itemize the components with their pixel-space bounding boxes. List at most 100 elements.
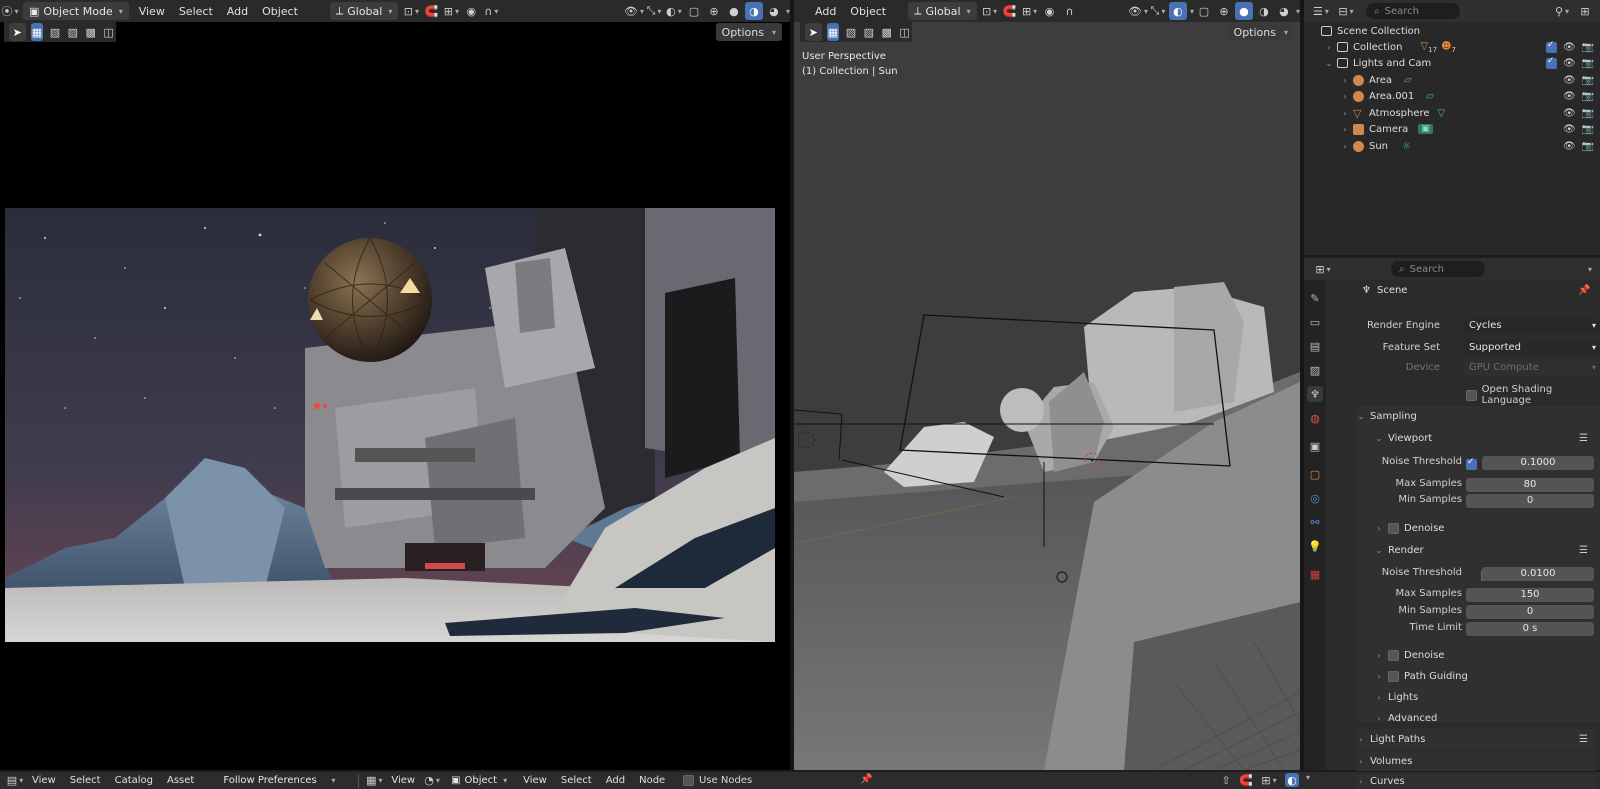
- bottom-menu-asset[interactable]: Asset: [160, 775, 201, 786]
- denoise2-subpanel-header[interactable]: › Denoise: [1374, 645, 1596, 665]
- eye-icon[interactable]: 👁: [1563, 141, 1576, 152]
- mid-wireframe-icon[interactable]: ⊕: [1215, 2, 1233, 20]
- display-mode-icon[interactable]: ⊟ ▾: [1337, 2, 1355, 20]
- menu-add[interactable]: Add: [220, 5, 255, 18]
- node-pin-icon[interactable]: 📌: [860, 774, 872, 785]
- node-overlay-icon[interactable]: ◐: [1285, 773, 1299, 787]
- select-box-icon[interactable]: ▦: [30, 23, 44, 41]
- outliner-search[interactable]: ⌕ Search: [1366, 3, 1460, 19]
- expand-chevron-icon[interactable]: ›: [1340, 76, 1350, 85]
- feature-set-dropdown[interactable]: Supported ▾: [1464, 340, 1600, 356]
- r-noise-threshold-field[interactable]: 0.0100: [1482, 567, 1594, 581]
- material-shading-icon[interactable]: ◑: [744, 2, 763, 20]
- denoise2-checkbox[interactable]: [1388, 649, 1399, 661]
- camera-render-icon[interactable]: 📷: [1582, 58, 1594, 69]
- mid-select-invert-icon[interactable]: ▩: [880, 23, 893, 41]
- mid-menu-add[interactable]: Add: [808, 5, 843, 18]
- menu-select[interactable]: Select: [172, 5, 220, 18]
- node-editor-type-icon[interactable]: ▦ ▾: [365, 772, 383, 789]
- falloff-icon[interactable]: ∩ ▾: [482, 2, 500, 20]
- select-extend-icon[interactable]: ▧: [48, 23, 61, 41]
- node-overlay-dropdown-icon[interactable]: ▾: [1306, 773, 1310, 787]
- scene-tab-icon[interactable]: ♆: [1307, 386, 1323, 402]
- object-tab-icon[interactable]: ▢: [1307, 466, 1323, 482]
- r-max-samples-field[interactable]: 150: [1466, 588, 1594, 602]
- texture-tab-icon[interactable]: ▦: [1307, 566, 1323, 582]
- expand-chevron-icon[interactable]: ›: [1340, 125, 1350, 134]
- wireframe-shading-icon[interactable]: ⊕: [705, 2, 723, 20]
- vp-noise-threshold-field[interactable]: 0.1000: [1482, 456, 1594, 470]
- camera-render-icon[interactable]: 📷: [1582, 91, 1594, 102]
- render-tab-icon[interactable]: ▭: [1307, 314, 1323, 330]
- volumes-panel-header[interactable]: › Volumes: [1356, 751, 1596, 771]
- camera-render-icon[interactable]: 📷: [1582, 75, 1594, 86]
- eye-icon[interactable]: 👁: [1563, 42, 1576, 53]
- proportional-edit-icon[interactable]: ◉: [462, 2, 480, 20]
- camera-render-icon[interactable]: 📷: [1582, 141, 1594, 152]
- use-nodes-toggle[interactable]: Use Nodes: [683, 775, 752, 786]
- list-icon[interactable]: ☰: [1579, 433, 1588, 444]
- collection-tab-icon[interactable]: ▣: [1307, 438, 1323, 454]
- collapse-chevron-icon[interactable]: ⌄: [1324, 59, 1334, 68]
- camera-render-icon[interactable]: 📷: [1582, 108, 1594, 119]
- editor-type-icon[interactable]: ⦿ ▾: [1, 2, 19, 20]
- render-engine-dropdown[interactable]: Cycles ▾: [1464, 318, 1600, 334]
- pin-icon[interactable]: 📌: [1578, 285, 1590, 296]
- mid-options-button[interactable]: Options ▾: [1227, 23, 1294, 41]
- mid-pivot-icon[interactable]: ⊡ ▾: [981, 2, 999, 20]
- sampling-panel-header[interactable]: ⌄ Sampling: [1356, 406, 1596, 426]
- mid-select-extend-icon[interactable]: ▧: [844, 23, 857, 41]
- render-subpanel-header[interactable]: ⌄ Render ☰: [1374, 540, 1596, 560]
- asset-browser-editor-icon[interactable]: ▤ ▾: [6, 772, 24, 789]
- mid-overlays-icon[interactable]: ◐: [1168, 2, 1187, 20]
- left-viewport[interactable]: ⦿ ▾ ▣ Object Mode ▾ View Select Add Object …: [0, 0, 790, 770]
- osl-toggle[interactable]: Open Shading Language: [1466, 384, 1600, 406]
- object-mode-dropdown[interactable]: ▣ Object Mode ▾: [23, 2, 129, 20]
- eye-icon[interactable]: 👁: [1563, 75, 1576, 86]
- time-limit-field[interactable]: 0 s: [1466, 622, 1594, 636]
- node-menu-select[interactable]: Select: [554, 775, 599, 786]
- osl-checkbox[interactable]: [1466, 389, 1477, 401]
- properties-editor-type-icon[interactable]: ⊞ ▾: [1314, 260, 1332, 278]
- outliner-row-collection[interactable]: › Collection ▽17 ☻7 👁📷: [1324, 39, 1600, 55]
- vp-noise-checkbox[interactable]: [1466, 457, 1477, 470]
- node-menu-view-left[interactable]: View: [384, 775, 422, 786]
- pivot-icon[interactable]: ⊡ ▾: [402, 2, 420, 20]
- menu-view[interactable]: View: [132, 5, 172, 18]
- bottom-menu-view[interactable]: View: [25, 775, 63, 786]
- curves-panel-header[interactable]: › Curves: [1356, 774, 1596, 789]
- lights-subpanel-header[interactable]: › Lights: [1374, 687, 1596, 707]
- mid-select-tool-icon[interactable]: ➤: [805, 23, 822, 41]
- gizmo-icon[interactable]: ⤡ ▾: [645, 2, 663, 20]
- new-collection-icon[interactable]: ⊞: [1576, 2, 1594, 20]
- expand-chevron-icon[interactable]: ›: [1340, 109, 1350, 118]
- world-tab-icon[interactable]: ◍: [1307, 410, 1323, 426]
- outliner-row-area[interactable]: › Area ▱ 👁 📷: [1340, 72, 1600, 88]
- camera-render-icon[interactable]: 📷: [1582, 124, 1594, 135]
- select-tool-icon[interactable]: ➤: [9, 23, 26, 41]
- properties-search[interactable]: ⌕ Search: [1391, 261, 1485, 277]
- node-menu-node[interactable]: Node: [632, 775, 672, 786]
- select-invert-icon[interactable]: ▩: [84, 23, 97, 41]
- mid-menu-object[interactable]: Object: [843, 5, 893, 18]
- visibility-icon[interactable]: 👁 ▾: [624, 2, 644, 20]
- mid-select-box-icon[interactable]: ▦: [826, 23, 840, 41]
- node-snap-icon[interactable]: 🧲: [1239, 773, 1253, 787]
- node-menu-view[interactable]: View: [516, 775, 554, 786]
- outliner-row-sun[interactable]: › Sun ☼ 👁 📷: [1340, 138, 1600, 154]
- mid-snap-target-icon[interactable]: ⊞ ▾: [1021, 2, 1039, 20]
- mid-viewport[interactable]: Add Object ⟂ Global ▾ ⊡ ▾ 🧲 ⊞ ▾ ◉ ∩ 👁 ▾ ⤡ ▾ ◐ …: [794, 0, 1300, 770]
- r-min-samples-field[interactable]: 0: [1466, 605, 1594, 619]
- bottom-menu-catalog[interactable]: Catalog: [108, 775, 160, 786]
- filter-icon[interactable]: ⚲ ▾: [1553, 2, 1571, 20]
- transform-orientation-dropdown[interactable]: ⟂ Global ▾: [329, 2, 399, 20]
- mid-visibility-icon[interactable]: 👁 ▾: [1128, 2, 1148, 20]
- mid-snap-icon[interactable]: 🧲: [1001, 2, 1019, 20]
- device-dropdown[interactable]: GPU Compute ▾: [1464, 360, 1600, 376]
- advanced-subpanel-header[interactable]: › Advanced: [1374, 708, 1596, 728]
- node-menu-add[interactable]: Add: [599, 775, 632, 786]
- mid-gizmo-icon[interactable]: ⤡ ▾: [1149, 2, 1167, 20]
- mid-orientation-dropdown[interactable]: ⟂ Global ▾: [908, 2, 977, 20]
- mid-solid-icon[interactable]: ●: [1234, 2, 1253, 20]
- xray-icon[interactable]: ▢: [685, 2, 703, 20]
